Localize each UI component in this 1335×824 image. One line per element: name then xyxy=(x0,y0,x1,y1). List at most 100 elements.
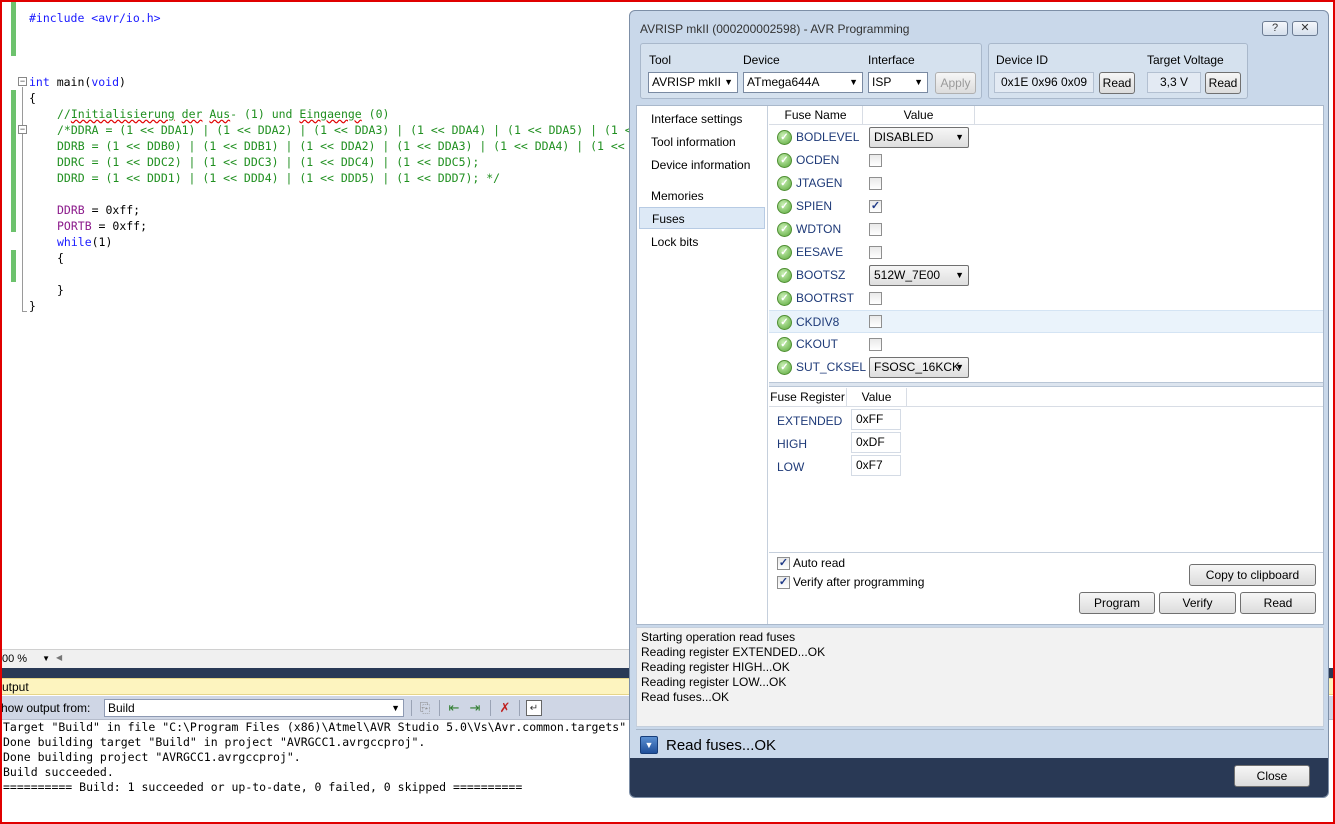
low-register-input[interactable]: 0xF7 xyxy=(851,455,901,476)
program-button[interactable]: Program xyxy=(1079,592,1155,614)
chevron-down-icon: ▼ xyxy=(955,362,964,372)
extended-register-input[interactable]: 0xFF xyxy=(851,409,901,430)
code-line: { xyxy=(29,91,36,105)
fuse-row: ✓ SPIEN ✓ xyxy=(769,195,1323,218)
device-select[interactable]: ATmega644A ▼ xyxy=(743,72,863,93)
eesave-checkbox[interactable] xyxy=(869,246,882,259)
fuse-name-header[interactable]: Fuse Name xyxy=(769,106,863,124)
status-text: Read fuses...OK xyxy=(666,737,777,754)
sut-cksel-select[interactable]: FSOSC_16KCK ▼ xyxy=(869,357,969,378)
bodlevel-value: DISABLED xyxy=(874,130,934,144)
fuses-panel: Fuse Name Value ✓ BODLEVEL DISABLED ▼ ✓ … xyxy=(769,106,1323,624)
nav-tool-information[interactable]: Tool information xyxy=(639,131,765,153)
fuse-value-header[interactable]: Value xyxy=(863,106,975,124)
fuse-row: ✓ EESAVE xyxy=(769,241,1323,264)
code-comment: DDRB = (1 << DDB0) | (1 << DDB1) | (1 <<… xyxy=(57,139,625,153)
code-line: { xyxy=(57,251,64,265)
previous-message-icon[interactable]: ⇤ xyxy=(446,700,462,716)
output-source-select[interactable]: Build ▼ xyxy=(104,699,404,717)
dialog-title-bar[interactable]: AVRISP mkII (000200002598) - AVR Program… xyxy=(630,11,1328,41)
bootsz-select[interactable]: 512W_7E00 ▼ xyxy=(869,265,969,286)
output-text: Target "Build" in file "C:\Program Files… xyxy=(3,720,628,822)
chevron-down-icon: ▼ xyxy=(724,77,733,87)
auto-read-checkbox[interactable]: ✓ xyxy=(777,557,790,570)
output-line: Target "Build" in file "C:\Program Files… xyxy=(3,720,627,734)
copy-to-clipboard-button[interactable]: Copy to clipboard xyxy=(1189,564,1316,586)
interface-select[interactable]: ISP ▼ xyxy=(868,72,928,93)
read-voltage-button[interactable]: Read xyxy=(1205,72,1241,94)
tool-label: Tool xyxy=(649,53,672,67)
fuse-row: ✓ JTAGEN xyxy=(769,172,1323,195)
word-wrap-icon[interactable]: ↵ xyxy=(526,700,542,716)
fuse-name: BODLEVEL xyxy=(796,130,860,144)
bootrst-checkbox[interactable] xyxy=(869,292,882,305)
check-ok-icon: ✓ xyxy=(777,176,792,191)
device-id-label: Device ID xyxy=(996,53,1049,67)
toolbar-separator xyxy=(519,700,520,716)
apply-button[interactable]: Apply xyxy=(935,72,976,94)
verify-after-programming-label: Verify after programming xyxy=(793,575,925,589)
ckdiv8-checkbox[interactable] xyxy=(869,315,882,328)
fold-toggle-icon[interactable]: − xyxy=(18,125,27,134)
scroll-left-icon[interactable]: ◀ xyxy=(56,653,62,662)
nav-memories[interactable]: Memories xyxy=(639,185,765,207)
register-name-header[interactable]: Fuse Register xyxy=(769,388,847,406)
fold-toggle-icon[interactable]: − xyxy=(18,77,27,86)
device-info-group: Device ID 0x1E 0x96 0x09 Read Target Vol… xyxy=(988,43,1248,99)
fuse-table-header: Fuse Name Value xyxy=(769,106,1323,125)
fuse-row: ✓ OCDEN xyxy=(769,149,1323,172)
code-comment: DDRC = (1 << DDC2) | (1 << DDC3) | (1 <<… xyxy=(57,155,480,169)
tool-select[interactable]: AVRISP mkII ▼ xyxy=(648,72,738,93)
code-editor[interactable]: − − #include <avr/io.h> int main(void) {… xyxy=(0,0,630,668)
divider xyxy=(769,552,1323,553)
read-fuses-button[interactable]: Read xyxy=(1240,592,1316,614)
next-message-icon[interactable]: ⇥ xyxy=(467,700,483,716)
wdton-checkbox[interactable] xyxy=(869,223,882,236)
change-marker xyxy=(11,90,16,232)
check-ok-icon: ✓ xyxy=(777,130,792,145)
log-line: Starting operation read fuses xyxy=(641,630,796,644)
nav-interface-settings[interactable]: Interface settings xyxy=(639,108,765,130)
nav-fuses[interactable]: Fuses xyxy=(639,207,765,229)
spien-checkbox[interactable]: ✓ xyxy=(869,200,882,213)
expand-log-icon[interactable]: ▼ xyxy=(640,736,658,754)
clear-all-icon[interactable]: ✗ xyxy=(497,700,513,716)
nav-lock-bits[interactable]: Lock bits xyxy=(639,231,765,253)
ckout-checkbox[interactable] xyxy=(869,338,882,351)
toolbar-separator xyxy=(411,700,412,716)
verify-after-programming-checkbox[interactable]: ✓ xyxy=(777,576,790,589)
change-marker xyxy=(11,250,16,282)
table-splitter[interactable] xyxy=(769,382,1323,387)
read-device-id-button[interactable]: Read xyxy=(1099,72,1135,94)
help-button[interactable]: ? xyxy=(1262,21,1288,36)
register-name: LOW xyxy=(777,460,805,474)
close-window-button[interactable]: ✕ xyxy=(1292,21,1318,36)
check-ok-icon: ✓ xyxy=(777,315,792,330)
go-to-line-icon[interactable]: ⎘ xyxy=(417,700,433,716)
code-line: while(1) xyxy=(57,235,113,249)
jtagen-checkbox[interactable] xyxy=(869,177,882,190)
check-ok-icon: ✓ xyxy=(777,291,792,306)
chevron-down-icon: ▼ xyxy=(391,703,400,713)
nav-device-information[interactable]: Device information xyxy=(639,154,765,176)
log-line: Reading register LOW...OK xyxy=(641,675,787,689)
close-button[interactable]: Close xyxy=(1234,765,1310,787)
log-line: Reading register EXTENDED...OK xyxy=(641,645,826,659)
dialog-body: Interface settings Tool information Devi… xyxy=(636,105,1324,625)
fuse-name: SUT_CKSEL xyxy=(796,360,867,374)
output-line: Build succeeded. xyxy=(3,765,114,779)
fuse-name: BOOTSZ xyxy=(796,268,846,282)
check-ok-icon: ✓ xyxy=(777,199,792,214)
register-table-header: Fuse Register Value xyxy=(769,388,1323,407)
ocden-checkbox[interactable] xyxy=(869,154,882,167)
output-line: ========== Build: 1 succeeded or up-to-d… xyxy=(3,780,523,794)
target-voltage-label: Target Voltage xyxy=(1147,53,1224,67)
zoom-select[interactable]: 00 % ▼ xyxy=(2,652,52,667)
fuse-name: BOOTRST xyxy=(796,291,855,305)
bodlevel-select[interactable]: DISABLED ▼ xyxy=(869,127,969,148)
verify-button[interactable]: Verify xyxy=(1159,592,1236,614)
register-value-header[interactable]: Value xyxy=(847,388,907,406)
high-register-input[interactable]: 0xDF xyxy=(851,432,901,453)
check-ok-icon: ✓ xyxy=(777,153,792,168)
code-line: int main(void) xyxy=(29,75,126,89)
